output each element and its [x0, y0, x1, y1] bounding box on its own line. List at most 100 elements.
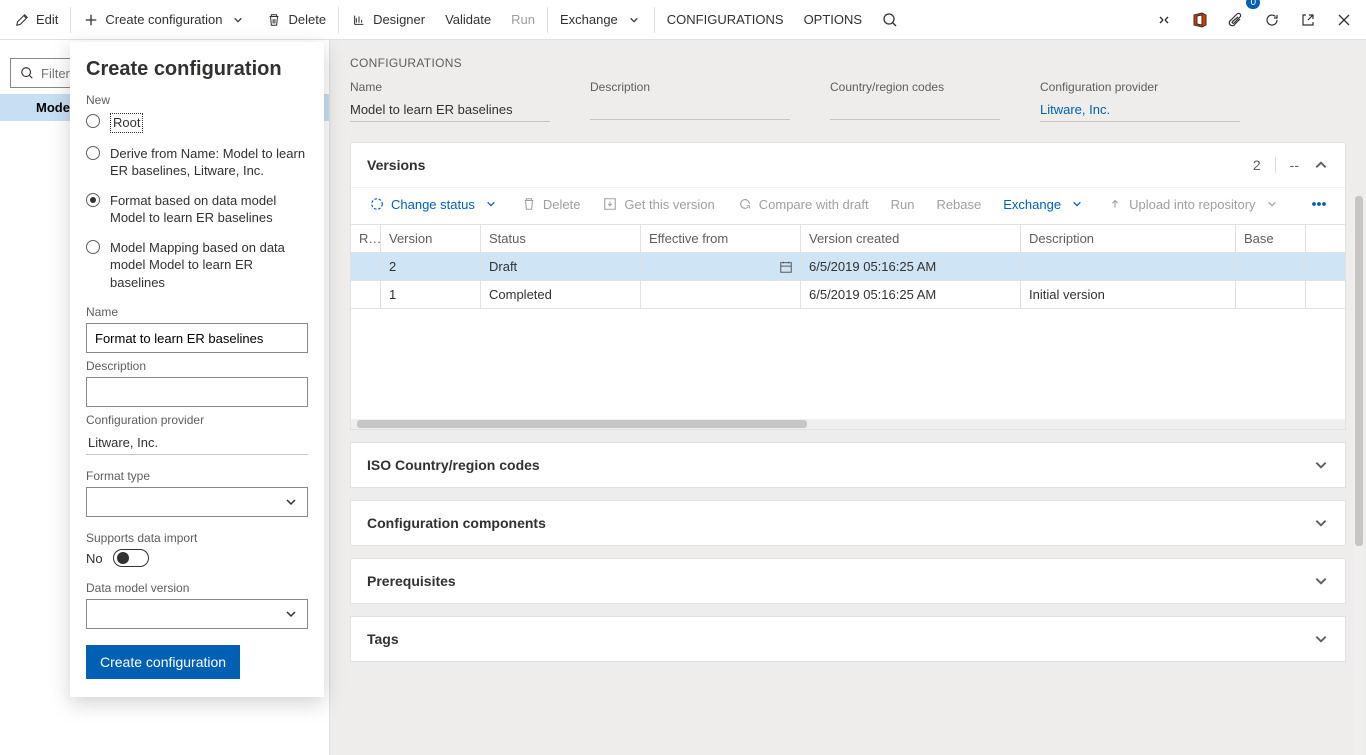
col-description[interactable]: Description — [1021, 225, 1236, 252]
change-status-button[interactable]: Change status — [361, 192, 507, 216]
cell-status[interactable]: Draft — [481, 253, 641, 280]
edit-button[interactable]: Edit — [4, 0, 68, 40]
close-button[interactable] — [1326, 0, 1362, 40]
compare-label: Compare with draft — [759, 197, 869, 212]
designer-button[interactable]: Designer — [341, 0, 435, 40]
create-config-submit[interactable]: Create configuration — [86, 645, 240, 679]
configurations-button[interactable]: CONFIGURATIONS — [657, 0, 794, 40]
run-button: Run — [501, 0, 545, 40]
col-status[interactable]: Status — [481, 225, 641, 252]
col-version[interactable]: Version — [381, 225, 481, 252]
name-input[interactable] — [86, 323, 308, 353]
chevron-down-icon — [1264, 196, 1280, 212]
iso-panel: ISO Country/region codes — [350, 442, 1346, 488]
tags-header[interactable]: Tags — [351, 617, 1345, 661]
versions-title: Versions — [367, 157, 425, 173]
versions-dash: -- — [1290, 157, 1299, 173]
chevron-up-icon[interactable] — [1313, 157, 1329, 173]
office-icon — [1192, 12, 1208, 28]
cell-description[interactable]: Initial version — [1021, 281, 1236, 308]
cell-effective[interactable] — [641, 253, 801, 280]
attachments-count: 0 — [1246, 0, 1260, 9]
field-name: Name Model to learn ER baselines — [350, 80, 550, 122]
field-provider-value[interactable]: Litware, Inc. — [1040, 98, 1240, 122]
exchange-button[interactable]: Exchange — [550, 0, 652, 40]
office-button[interactable] — [1182, 0, 1218, 40]
configurations-label: CONFIGURATIONS — [667, 12, 784, 27]
chevron-down-icon — [483, 196, 499, 212]
v-delete-button: Delete — [513, 192, 589, 216]
radio-derive-label: Derive from Name: Model to learn ER base… — [110, 145, 308, 180]
radio-icon — [86, 114, 100, 128]
cell-status[interactable]: Completed — [481, 281, 641, 308]
options-button[interactable]: OPTIONS — [794, 0, 873, 40]
components-header[interactable]: Configuration components — [351, 501, 1345, 545]
calendar-icon[interactable] — [778, 259, 794, 275]
col-rev[interactable]: R... — [351, 225, 381, 252]
col-base[interactable]: Base — [1236, 225, 1306, 252]
prereq-header[interactable]: Prerequisites — [351, 559, 1345, 603]
radio-icon — [86, 240, 100, 254]
create-config-panel: Create configuration New Root Derive fro… — [70, 42, 324, 697]
refresh-icon — [1264, 12, 1280, 28]
table-row[interactable]: 1 Completed 6/5/2019 05:16:25 AM Initial… — [351, 281, 1345, 309]
import-label: Supports data import — [86, 531, 308, 545]
col-created[interactable]: Version created — [801, 225, 1021, 252]
iso-header[interactable]: ISO Country/region codes — [351, 443, 1345, 487]
table-row[interactable]: 2 Draft 6/5/2019 05:16:25 AM — [351, 253, 1345, 281]
cell-version[interactable]: 1 — [381, 281, 481, 308]
delete-button[interactable]: Delete — [256, 0, 336, 40]
refresh-button[interactable] — [1254, 0, 1290, 40]
v-exchange-label: Exchange — [1003, 197, 1061, 212]
field-description-value[interactable] — [590, 98, 790, 120]
field-name-value[interactable]: Model to learn ER baselines — [350, 98, 550, 122]
dmv-select[interactable] — [86, 599, 308, 629]
col-effective[interactable]: Effective from — [641, 225, 801, 252]
field-codes-value[interactable] — [830, 98, 1000, 120]
radio-derive[interactable]: Derive from Name: Model to learn ER base… — [86, 145, 308, 180]
cell-version[interactable]: 2 — [381, 253, 481, 280]
more-button[interactable] — [1303, 192, 1335, 216]
search-icon — [19, 65, 35, 81]
grid-h-scrollbar[interactable] — [351, 419, 1345, 429]
trace-button[interactable] — [1146, 0, 1182, 40]
radio-mapping[interactable]: Model Mapping based on data model Model … — [86, 239, 308, 292]
v-run-label: Run — [891, 197, 915, 212]
upload-icon — [1107, 196, 1123, 212]
desc-input[interactable] — [86, 377, 308, 407]
search-button[interactable] — [872, 0, 908, 40]
tags-title: Tags — [367, 631, 399, 647]
page-v-scrollbar[interactable] — [1354, 196, 1364, 755]
format-type-label: Format type — [86, 469, 308, 483]
cell-effective[interactable] — [641, 281, 801, 308]
chevron-down-icon — [626, 12, 642, 28]
chevron-down-icon — [1069, 196, 1085, 212]
v-exchange-button[interactable]: Exchange — [995, 192, 1093, 216]
cell-description[interactable] — [1021, 253, 1236, 280]
edit-icon — [14, 12, 30, 28]
versions-header[interactable]: Versions 2 -- — [351, 143, 1345, 187]
attachments-button[interactable]: 0 — [1218, 0, 1254, 40]
iso-title: ISO Country/region codes — [367, 457, 540, 473]
radio-root-label: Root — [110, 113, 143, 133]
edit-label: Edit — [36, 12, 58, 27]
upload-repo-button: Upload into repository — [1099, 192, 1287, 216]
cell-created[interactable]: 6/5/2019 05:16:25 AM — [801, 253, 1021, 280]
radio-root[interactable]: Root — [86, 113, 308, 133]
import-toggle[interactable] — [113, 549, 149, 567]
cell-base[interactable] — [1236, 281, 1306, 308]
delete-label: Delete — [288, 12, 326, 27]
radio-format[interactable]: Format based on data model Model to lear… — [86, 192, 308, 227]
chevron-down-icon — [1313, 573, 1329, 589]
popout-button[interactable] — [1290, 0, 1326, 40]
format-type-select[interactable] — [86, 487, 308, 517]
close-icon — [1336, 12, 1352, 28]
plus-icon — [83, 12, 99, 28]
create-config-button[interactable]: Create configuration — [73, 0, 256, 40]
chevron-down-icon — [1313, 457, 1329, 473]
cell-base[interactable] — [1236, 253, 1306, 280]
cell-created[interactable]: 6/5/2019 05:16:25 AM — [801, 281, 1021, 308]
chevron-down-icon — [283, 606, 299, 622]
prereq-panel: Prerequisites — [350, 558, 1346, 604]
validate-button[interactable]: Validate — [435, 0, 501, 40]
